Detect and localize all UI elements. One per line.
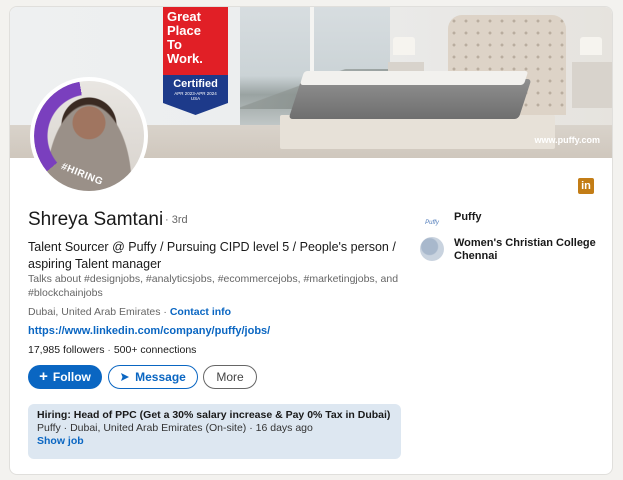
puffy-logo-icon: Puffy — [425, 220, 439, 226]
college-logo-icon — [420, 237, 444, 261]
hiring-job-card[interactable]: Hiring: Head of PPC (Get a 30% salary in… — [28, 404, 401, 459]
banner-url: www.puffy.com — [534, 135, 600, 145]
message-button[interactable]: Message — [108, 365, 198, 389]
profile-stats: 17,985 followers · 500+ connections — [28, 344, 197, 356]
follow-button[interactable]: + Follow — [28, 365, 102, 389]
job-title: Hiring: Head of PPC (Get a 30% salary in… — [37, 409, 391, 421]
connection-degree: · 3rd — [165, 214, 188, 226]
profile-headline: Talent Sourcer @ Puffy / Pursuing CIPD l… — [28, 240, 396, 271]
talks-about: Talks about #designjobs, #analyticsjobs,… — [28, 273, 399, 299]
avatar[interactable]: #HIRING — [30, 77, 148, 195]
company-puffy[interactable]: Puffy Puffy — [420, 211, 482, 235]
school-name: Women's Christian College Chennai — [454, 237, 596, 262]
contact-info-link[interactable]: Contact info — [170, 306, 231, 318]
website-link[interactable]: https://www.linkedin.com/company/puffy/j… — [28, 325, 270, 337]
profile-name: Shreya Samtani — [28, 209, 164, 230]
plus-icon: + — [39, 368, 48, 385]
send-icon — [121, 373, 130, 381]
location-line: Dubai, United Arab Emirates · Contact in… — [28, 306, 232, 318]
followers-count: 17,985 followers — [28, 344, 105, 356]
job-meta: Puffy · Dubai, United Arab Emirates (On-… — [37, 422, 313, 434]
education-college[interactable]: Women's Christian College Chennai — [420, 237, 612, 263]
location-text: Dubai, United Arab Emirates — [28, 306, 161, 318]
linkedin-icon[interactable]: in — [578, 178, 594, 194]
company-name: Puffy — [454, 211, 482, 223]
more-button[interactable]: More — [203, 365, 257, 389]
show-job-link[interactable]: Show job — [37, 435, 392, 448]
connections-count[interactable]: 500+ connections — [114, 344, 197, 356]
profile-card: www.puffy.com Great Place To Work. Certi… — [9, 6, 613, 475]
great-place-to-work-badge: Great Place To Work. Certified APR 2023-… — [163, 7, 228, 115]
